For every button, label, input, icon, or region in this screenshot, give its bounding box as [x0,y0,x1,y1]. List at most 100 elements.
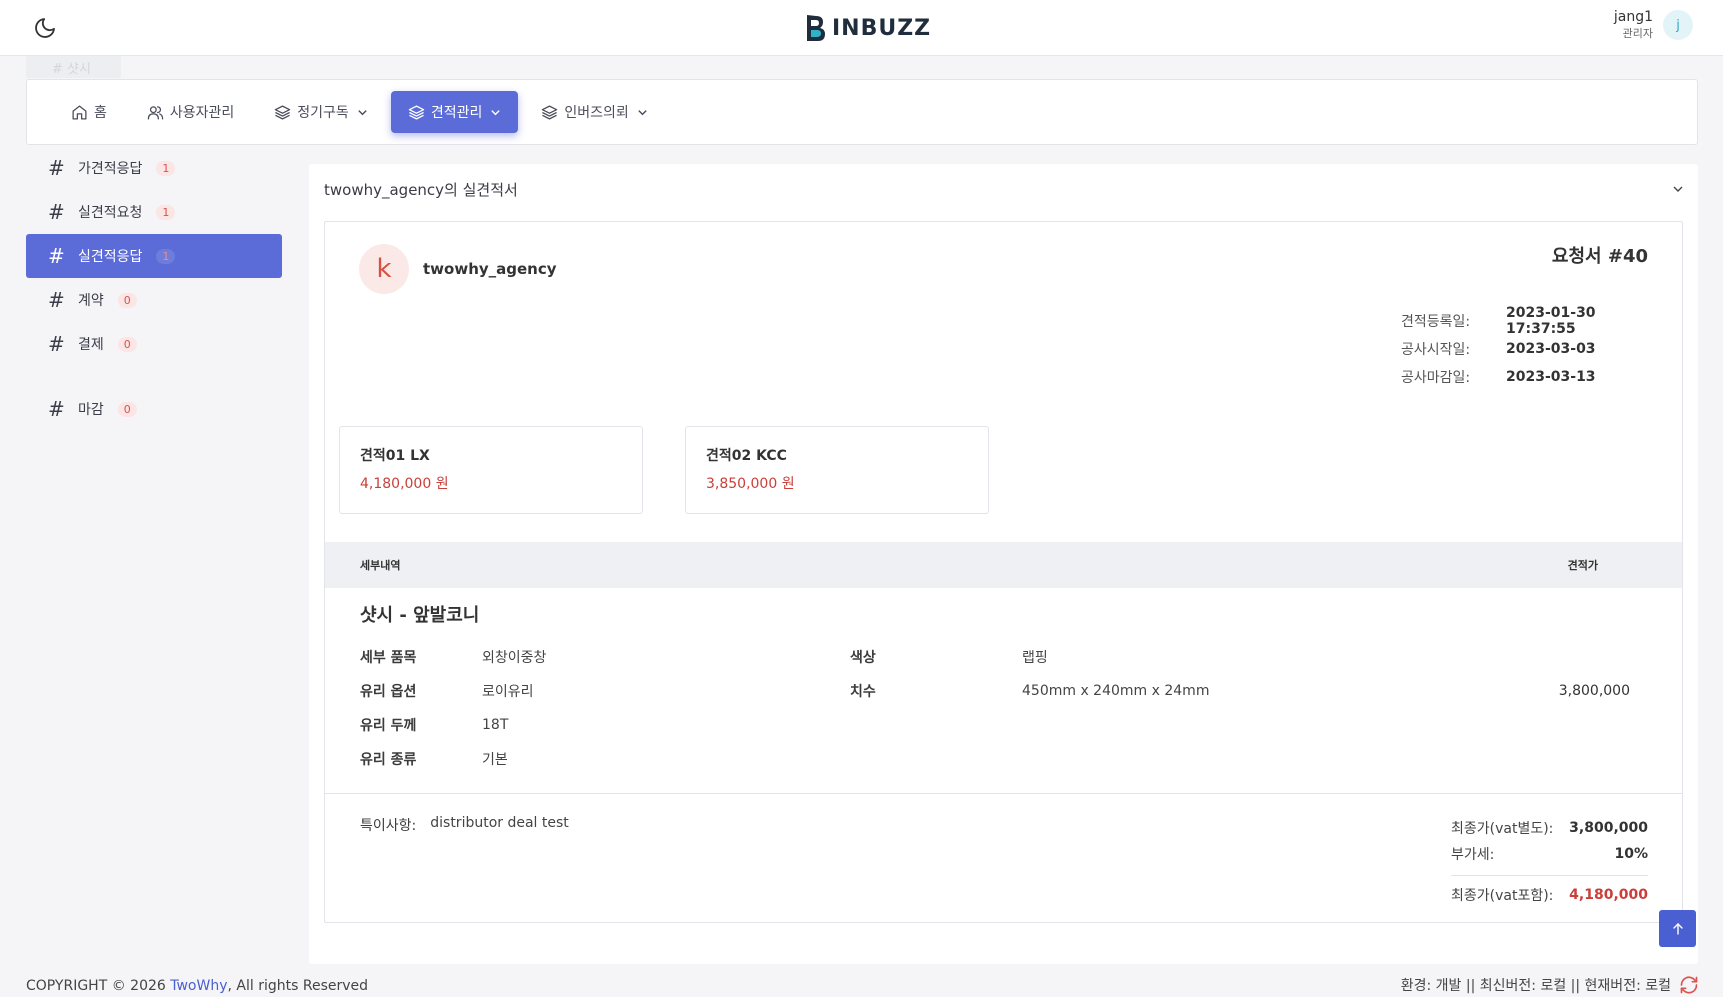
sidebar-item-label: 계약 [78,293,104,309]
date-label: 견적등록일: [1401,314,1471,330]
spec-value: 18T [482,717,509,733]
detail-table-header: 세부내역 견적가 [325,542,1682,588]
sidebar-item-final-response[interactable]: # 실견적응답 1 [26,234,282,278]
divider [1451,875,1648,876]
sidebar-item-preliminary-response[interactable]: # 가견적응답 1 [26,146,282,190]
divider [325,793,1682,794]
nav-users[interactable]: 사용자관리 [130,91,251,133]
total-row: 최종가(vat포함): 4,180,000 [1451,882,1648,908]
date-list: 견적등록일: 2023-01-30 17:37:55 공사시작일: 2023-0… [1401,305,1648,391]
scroll-to-top-button[interactable] [1659,910,1696,947]
line-item-price: 3,800,000 [1558,683,1630,699]
product-title: 샷시 - 앞발코니 [360,605,480,626]
refresh-icon[interactable] [1679,975,1699,995]
count-badge: 1 [156,160,176,176]
sidebar-item-contract[interactable]: # 계약 0 [26,278,282,322]
nav-home[interactable]: 홈 [71,91,124,133]
nav-home-label: 홈 [94,105,107,121]
count-badge: 0 [117,401,137,417]
totals-summary: 최종가(vat별도): 3,800,000 부가세: 10% 최종가(vat포함… [1451,815,1648,908]
request-number: 요청서 #40 [1551,246,1648,267]
sidebar-item-final-request[interactable]: # 실견적요청 1 [26,190,282,234]
sidebar-item-label: 가견적응답 [78,161,143,177]
user-name: jang1 [1613,9,1653,25]
moon-icon[interactable] [33,16,57,40]
layers-icon [542,104,558,120]
spec-label: 세부 품목 [360,650,417,666]
sidebar-item-label: 결제 [78,337,104,353]
spec-value: 외창이중창 [482,650,547,666]
quote-price: 4,180,000 원 [360,476,449,492]
user-info: jang1 관리자 [1614,9,1653,41]
count-badge: 1 [156,204,176,220]
spec-label: 색상 [850,650,876,666]
agency-avatar: k [359,244,409,294]
detail-header-right: 견적가 [1567,559,1598,572]
spec-list: 세부 품목 외창이중창 색상 랩핑 유리 옵션 로이유리 치수 450mm x … [360,640,1320,776]
hash-icon: # [48,244,65,268]
agency-name: twowhy_agency [423,260,557,278]
spec-value: 450mm x 240mm x 24mm [1022,683,1210,699]
special-note: 특이사항: distributor deal test [360,815,569,835]
quote-document: k twowhy_agency 요청서 #40 견적등록일: 2023-01-3… [324,221,1683,923]
date-value: 2023-03-03 [1506,341,1596,357]
copyright-prefix: COPYRIGHT © 2026 [26,978,171,994]
main-nav: 홈 사용자관리 정기구독 견적관리 인버즈의뢰 [26,79,1698,145]
date-label: 공사시작일: [1401,342,1471,358]
hash-icon: # [48,156,65,180]
sidebar-item-label: 마감 [78,402,104,418]
sidebar-item-label: 실견적응답 [78,249,143,265]
nav-inbuzz-request[interactable]: 인버즈의뢰 [524,91,664,133]
arrow-up-icon [1672,922,1683,935]
spec-value: 로이유리 [482,684,534,700]
panel-title: twowhy_agency의 실견적서 [324,180,518,199]
total-value: 3,800,000 [1569,820,1648,836]
user-avatar[interactable]: j [1663,10,1693,40]
sidebar-item-closing[interactable]: # 마감 0 [26,387,282,431]
detail-header-left: 세부내역 [360,559,401,572]
company-link[interactable]: TwoWhy [170,978,227,994]
spec-row: 세부 품목 외창이중창 색상 랩핑 [360,640,1320,674]
hash-icon: # [48,397,65,421]
chevron-down-icon [358,109,367,115]
date-value: 2023-03-13 [1506,369,1596,385]
note-label: 특이사항: [360,818,417,834]
total-label: 부가세: [1451,847,1495,863]
ghost-tab: # 샷시 [26,56,121,78]
spec-value: 랩핑 [1022,650,1048,666]
home-icon [72,104,87,120]
top-bar: INBUZZ jang1 관리자 j [0,0,1723,56]
copyright-suffix: , All rights Reserved [227,978,369,994]
brand-name: INBUZZ [832,15,932,41]
nav-quotes-label: 견적관리 [430,105,483,121]
quote-name: 견적02 KCC [706,448,787,464]
date-label: 공사마감일: [1401,370,1471,386]
hash-icon: # [48,288,65,312]
total-label: 최종가(vat별도): [1451,821,1554,837]
nav-quotes[interactable]: 견적관리 [390,91,519,133]
spec-row: 유리 두께 18T [360,708,1320,742]
date-value: 2023-01-30 17:37:55 [1506,305,1596,337]
total-value: 10% [1614,846,1648,862]
sidebar-item-payment[interactable]: # 결제 0 [26,322,282,366]
spec-label: 치수 [850,684,876,700]
user-menu[interactable]: jang1 관리자 j [1614,9,1693,41]
env-text: 환경: 개발 || 최신버전: 로컬 || 현재버전: 로컬 [1400,978,1671,994]
date-row: 공사시작일: 2023-03-03 [1401,335,1648,363]
count-badge: 0 [117,336,137,352]
count-badge: 1 [156,248,176,264]
spec-value: 기본 [482,752,508,768]
spec-row: 유리 옵션 로이유리 치수 450mm x 240mm x 24mm [360,674,1320,708]
quote-card[interactable]: 견적02 KCC 3,850,000 원 [685,426,989,514]
copyright: COPYRIGHT © 2026 TwoWhy, All rights Rese… [26,978,368,994]
chevron-down-icon[interactable] [1672,183,1684,195]
nav-subscription[interactable]: 정기구독 [257,91,385,133]
count-badge: 0 [117,292,137,308]
hash-icon: # [48,200,65,224]
panel-header[interactable]: twowhy_agency의 실견적서 [309,164,1698,214]
spec-label: 유리 종류 [360,752,417,768]
sidebar: # 가견적응답 1 # 실견적요청 1 # 실견적응답 1 # 계약 0 # 결… [26,146,282,431]
quote-card[interactable]: 견적01 LX 4,180,000 원 [339,426,643,514]
brand-logo[interactable]: INBUZZ [804,13,931,43]
